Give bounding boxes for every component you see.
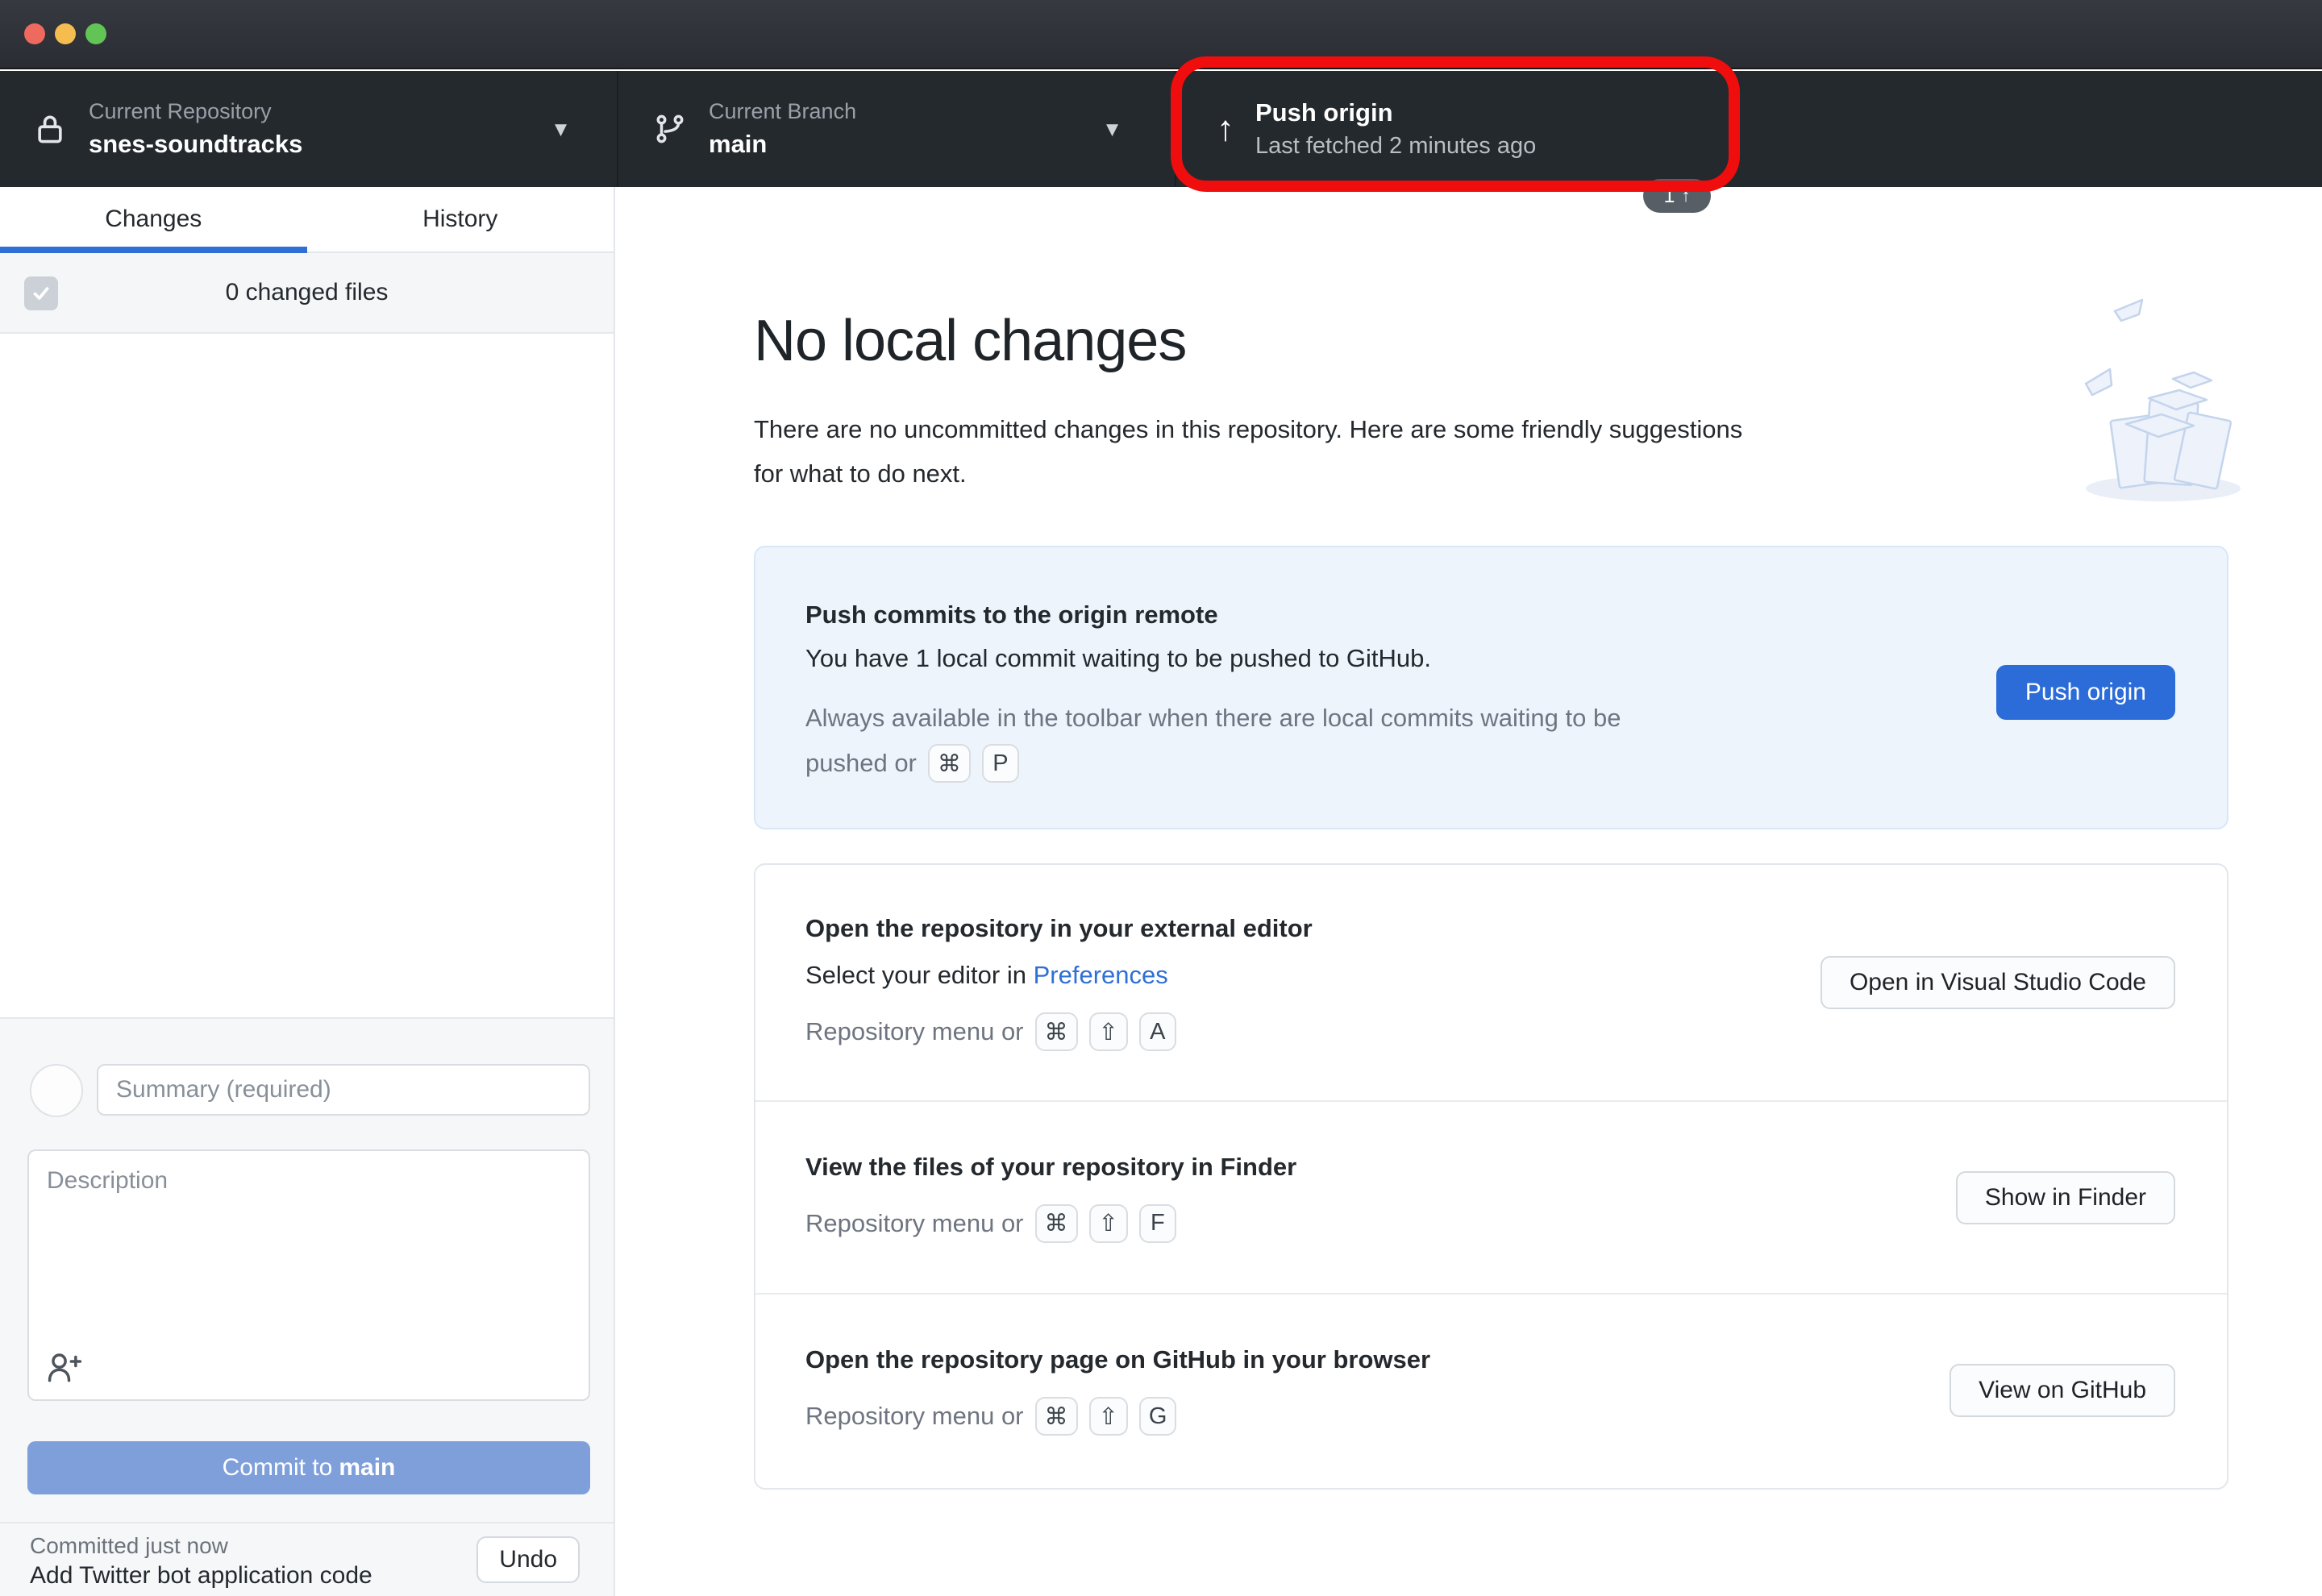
push-origin-toolbar-button[interactable]: ↑ Push origin Last fetched 2 minutes ago [1178,71,1791,187]
toolbar: Current Repository snes-soundtracks ▾ Cu… [0,71,2322,187]
push-panel-note-line2: pushed or ⌘ P [805,744,1019,783]
changed-files-row: 0 changed files [0,253,614,334]
push-count-badge: 1 ↑ [1643,179,1711,213]
shortcut-prefix: Repository menu or [805,1402,1024,1431]
zoom-window-button[interactable] [85,23,106,44]
close-window-button[interactable] [24,23,45,44]
add-coauthor-icon[interactable] [45,1348,84,1386]
push-panel-note-line1: Always available in the toolbar when the… [805,704,1621,733]
commit-button-prefix: Commit to [223,1454,333,1482]
push-origin-subtitle: Last fetched 2 minutes ago [1255,131,1536,160]
check-icon [31,283,52,304]
kbd-command-key: ⌘ [928,744,971,783]
push-commits-panel: Push commits to the origin remote You ha… [754,546,2228,829]
commit-message-text: Add Twitter bot application code [30,1562,372,1590]
page-subtitle-line2: for what to do next. [754,451,1742,496]
chevron-down-icon: ▾ [1106,115,1118,143]
shortcut-prefix: Repository menu or [805,1017,1024,1046]
preferences-link[interactable]: Preferences [1034,961,1168,989]
suggestion-row-external-editor: Open the repository in your external edi… [755,865,2227,1100]
current-branch-label: Current Branch [709,98,856,126]
commit-summary-input[interactable] [97,1064,590,1116]
chevron-down-icon: ▾ [555,115,567,143]
commit-status-text: Committed just now [30,1533,228,1559]
view-on-github-button[interactable]: View on GitHub [1950,1364,2175,1417]
suggestion-title: Open the repository page on GitHub in yo… [805,1345,1430,1374]
show-in-finder-button[interactable]: Show in Finder [1956,1171,2175,1224]
current-repository-label: Current Repository [89,98,302,126]
sidebar-tabs: Changes History [0,187,614,253]
tab-history[interactable]: History [307,187,614,251]
current-repository-name: snes-soundtracks [89,129,302,160]
commit-form: Commit to main [0,1017,614,1522]
kbd-shift-key: ⇧ [1089,1012,1128,1051]
suggestion-text-block: View the files of your repository in Fin… [805,1153,1296,1243]
avatar [30,1064,83,1117]
page-title: No local changes [754,308,1186,374]
sidebar: Changes History 0 changed files Commit t… [0,187,615,1596]
kbd-p-key: P [982,744,1019,783]
commit-button-branch: main [339,1454,395,1482]
suggestion-row-github: Open the repository page on GitHub in yo… [755,1293,2227,1486]
undo-button[interactable]: Undo [476,1536,580,1583]
suggestion-text-block: Open the repository in your external edi… [805,914,1313,1051]
kbd-f-key: F [1139,1204,1176,1243]
push-origin-button[interactable]: Push origin [1996,665,2175,720]
suggestion-title: Open the repository in your external edi… [805,914,1313,943]
push-panel-body: You have 1 local commit waiting to be pu… [805,644,1431,673]
suggestion-subtitle: Select your editor in Preferences [805,961,1313,990]
shortcut-hint: Repository menu or ⌘ ⇧ A [805,1012,1313,1051]
suggestion-text-block: Open the repository page on GitHub in yo… [805,1345,1430,1436]
kbd-g-key: G [1139,1397,1177,1436]
suggestion-title: View the files of your repository in Fin… [805,1153,1296,1182]
commit-description-input[interactable] [27,1149,590,1401]
lock-icon [32,111,68,147]
suggestion-subtitle-prefix: Select your editor in [805,961,1026,989]
arrow-up-icon: ↑ [1217,109,1234,149]
tab-changes[interactable]: Changes [0,187,307,251]
shortcut-hint: Repository menu or ⌘ ⇧ G [805,1397,1430,1436]
git-branch-icon [652,111,688,147]
paper-stack-illustration [2052,289,2253,512]
shortcut-prefix: Repository menu or [805,1209,1024,1238]
push-origin-title: Push origin [1255,98,1536,129]
push-panel-title: Push commits to the origin remote [805,601,1218,630]
current-branch-dropdown[interactable]: Current Branch main ▾ [620,71,1176,187]
kbd-command-key: ⌘ [1035,1204,1078,1243]
kbd-command-key: ⌘ [1035,1397,1078,1436]
current-branch-name: main [709,129,856,160]
arrow-up-icon: ↑ [1681,185,1690,206]
titlebar [0,0,2322,69]
commit-button[interactable]: Commit to main [27,1441,590,1494]
open-in-vscode-button[interactable]: Open in Visual Studio Code [1821,956,2175,1009]
page-subtitle-line1: There are no uncommitted changes in this… [754,407,1742,451]
kbd-command-key: ⌘ [1035,1012,1078,1051]
suggestions-card: Open the repository in your external edi… [754,863,2228,1490]
last-commit-bar: Committed just now Add Twitter bot appli… [0,1522,614,1596]
page-subtitle: There are no uncommitted changes in this… [754,407,1742,496]
select-all-checkbox[interactable] [24,276,58,310]
push-count: 1 [1664,185,1675,208]
github-desktop-window: Current Repository snes-soundtracks ▾ Cu… [0,0,2322,1596]
changed-files-count: 0 changed files [0,279,614,306]
shortcut-hint: Repository menu or ⌘ ⇧ F [805,1204,1296,1243]
kbd-a-key: A [1139,1012,1176,1051]
kbd-shift-key: ⇧ [1089,1204,1128,1243]
push-panel-note-prefix: pushed or [805,749,917,778]
minimize-window-button[interactable] [55,23,76,44]
kbd-shift-key: ⇧ [1089,1397,1128,1436]
suggestion-row-finder: View the files of your repository in Fin… [755,1100,2227,1293]
current-repository-dropdown[interactable]: Current Repository snes-soundtracks ▾ [0,71,618,187]
